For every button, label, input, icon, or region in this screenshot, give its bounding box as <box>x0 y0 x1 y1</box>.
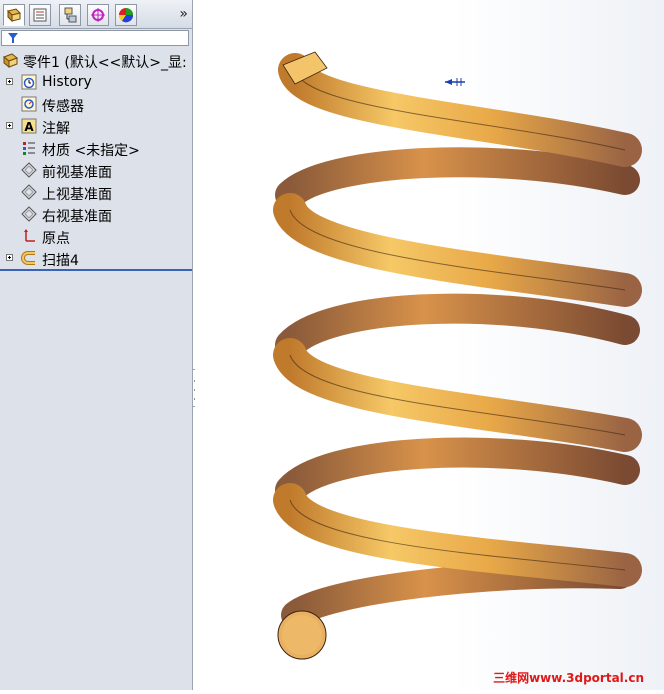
expand-toggle[interactable] <box>6 78 13 85</box>
tree-item-label: 前视基准面 <box>42 165 112 181</box>
property-manager-icon <box>33 8 47 22</box>
expand-toggle[interactable] <box>6 122 13 129</box>
sweep-icon <box>21 251 35 265</box>
tree-item-label: 扫描4 <box>42 253 79 269</box>
display-manager-icon <box>118 8 134 23</box>
more-tabs-button[interactable]: » <box>179 6 188 22</box>
tree-item-origin[interactable]: 原点 <box>0 226 192 247</box>
tree-item-label: 传感器 <box>42 99 84 115</box>
tree-item-label: History <box>42 74 92 90</box>
spring-end-face <box>277 610 327 660</box>
rollback-bar[interactable] <box>0 269 192 271</box>
tab-display-manager[interactable] <box>115 4 137 26</box>
annotation-icon: A <box>21 118 37 134</box>
sensor-icon <box>21 96 37 112</box>
tree-item-sweep[interactable]: 扫描4 <box>0 248 192 269</box>
tree-item-label: 材质 <未指定> <box>42 143 140 159</box>
origin-icon <box>24 229 35 242</box>
material-icon <box>23 142 35 155</box>
feature-manager-icon <box>7 8 21 23</box>
history-icon <box>21 74 37 90</box>
part-icon <box>3 53 18 68</box>
tree-filter-field[interactable] <box>1 30 189 46</box>
dimxpert-icon <box>91 8 105 22</box>
svg-text:A: A <box>24 120 34 134</box>
configuration-manager-icon <box>64 7 77 23</box>
tab-configuration-manager[interactable] <box>59 4 81 26</box>
plane-icon <box>21 162 37 178</box>
tree-item-label: 右视基准面 <box>42 209 112 225</box>
tree-item-top-plane[interactable]: 上视基准面 <box>0 182 192 203</box>
tab-feature-manager[interactable] <box>3 4 25 26</box>
panel-tab-bar: » <box>0 0 192 29</box>
tree-item-right-plane[interactable]: 右视基准面 <box>0 204 192 225</box>
tree-item-history[interactable]: History <box>0 72 192 92</box>
tree-item-label: 上视基准面 <box>42 187 112 203</box>
tree-item-label: 原点 <box>42 231 70 247</box>
tree-item-material[interactable]: 材质 <未指定> <box>0 138 192 159</box>
tree-item-sensors[interactable]: 传感器 <box>0 94 192 115</box>
tree-item-label: 注解 <box>42 121 70 137</box>
feature-manager-panel: » 零件1 (默认<<默认>_显: History 传感器 A 注解 材质 <未… <box>0 0 193 690</box>
tree-root-part[interactable]: 零件1 (默认<<默认>_显: <box>0 50 192 71</box>
graphics-viewport[interactable] <box>195 0 664 690</box>
plane-icon <box>21 184 37 200</box>
tree-item-front-plane[interactable]: 前视基准面 <box>0 160 192 181</box>
plane-icon <box>21 206 37 222</box>
origin-marker-icon <box>445 78 465 86</box>
tab-property-manager[interactable] <box>29 4 51 26</box>
part-name: 零件1 (默认<<默认>_显: <box>23 55 187 71</box>
tree-item-annotations[interactable]: A 注解 <box>0 116 192 137</box>
watermark-text: 三维网www.3dportal.cn <box>493 671 644 685</box>
filter-icon <box>8 33 18 43</box>
spring-model[interactable] <box>195 0 664 690</box>
tab-dimxpert[interactable] <box>87 4 109 26</box>
expand-toggle[interactable] <box>6 254 13 261</box>
